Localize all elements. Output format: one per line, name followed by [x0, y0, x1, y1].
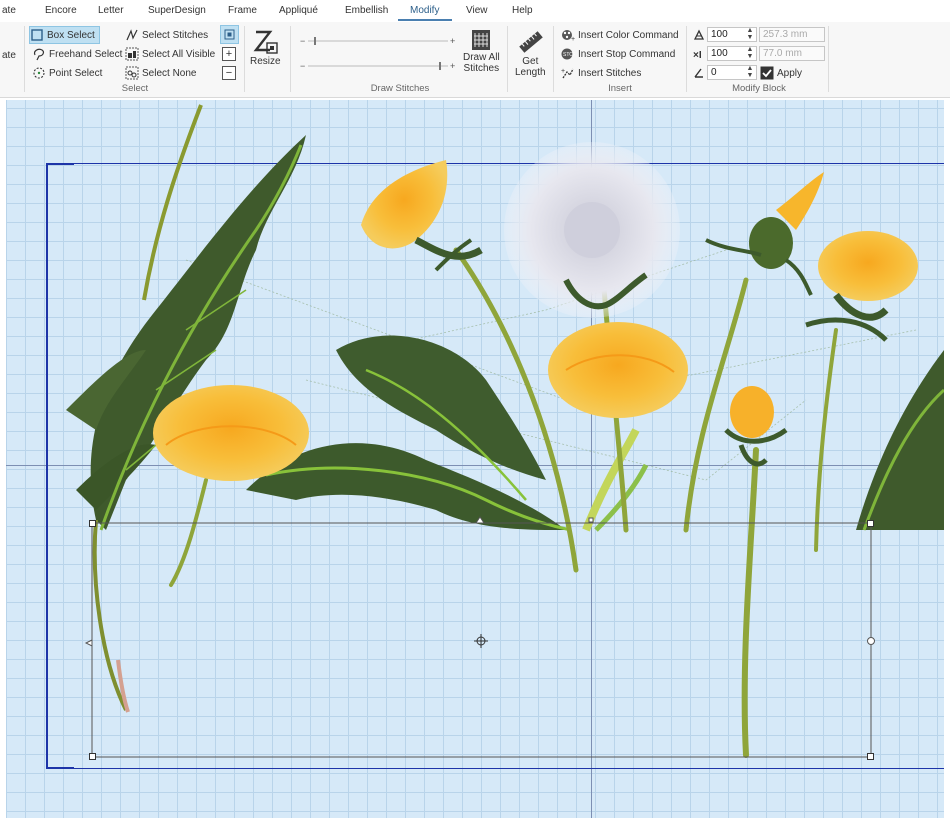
select-mode-toggle[interactable] [220, 25, 239, 44]
height-icon: ×I [693, 50, 702, 60]
dandelion-flower-right [805, 231, 918, 342]
insert-stop-command-label: Insert Stop Command [578, 48, 676, 60]
width-icon [693, 29, 705, 40]
add-to-selection-button[interactable]: + [222, 47, 236, 61]
width-spinner[interactable]: ▲ ▼ [745, 27, 755, 42]
apply-button[interactable]: Apply [760, 65, 802, 81]
insert-color-command-icon: + [562, 30, 575, 42]
resize-handle-top-left[interactable] [89, 520, 96, 527]
dandelion-flower-left [153, 385, 309, 481]
ribbon: ate Box Select Freehand Select Point Sel… [0, 22, 950, 98]
insert-stitches-icon: + [561, 68, 574, 79]
tab-letter[interactable]: Letter [98, 5, 124, 16]
tab-embellish[interactable]: Embellish [345, 5, 388, 16]
box-select-button[interactable]: Box Select [29, 26, 100, 44]
modify-block-group-label: Modify Block [732, 83, 786, 94]
tab-view[interactable]: View [466, 5, 488, 16]
svg-text:+: + [571, 36, 575, 42]
angle-spinner[interactable]: ▲ ▼ [745, 65, 755, 80]
tab-applique[interactable]: Appliqué [279, 5, 318, 16]
resize-icon [253, 30, 278, 54]
svg-text:+: + [450, 61, 455, 71]
height-mm-field[interactable]: 77.0 mm [759, 46, 825, 61]
select-all-visible-icon [125, 47, 139, 61]
embroidery-design[interactable] [6, 100, 944, 818]
tab-frame[interactable]: Frame [228, 5, 257, 16]
point-select-label: Point Select [49, 67, 103, 79]
svg-text:+: + [561, 68, 565, 75]
box-select-icon [31, 29, 43, 41]
apply-checkbox-icon [760, 66, 774, 80]
box-select-label: Box Select [47, 29, 95, 41]
get-length-label-2: Length [515, 67, 546, 78]
select-group-label: Select [121, 83, 149, 94]
svg-text:−: − [300, 36, 305, 46]
point-select-icon [33, 67, 45, 79]
freehand-select-button[interactable]: Freehand Select [32, 46, 122, 62]
tab-superdesign[interactable]: SuperDesign [148, 5, 206, 16]
draw-all-stitches-icon [472, 30, 491, 50]
height-spinner[interactable]: ▲ ▼ [745, 46, 755, 61]
draw-all-label-2: Stitches [463, 63, 500, 74]
point-select-button[interactable]: Point Select [32, 65, 102, 81]
resize-handle-top-right[interactable] [867, 520, 874, 527]
select-mode-icon [224, 29, 235, 40]
select-all-visible-button[interactable]: Select All Visible [125, 46, 215, 62]
freehand-select-icon [33, 48, 45, 61]
draw-stitches-group-label: Draw Stitches [370, 83, 430, 94]
select-all-visible-label: Select All Visible [142, 48, 216, 60]
get-length-button[interactable]: Get Length [515, 28, 546, 78]
dandelion-flower-top [361, 160, 483, 272]
move-handle-icon[interactable] [474, 634, 488, 648]
svg-text:−: − [300, 61, 305, 71]
select-none-label: Select None [142, 67, 197, 79]
insert-stop-command-button[interactable]: STOP Insert Stop Command [561, 46, 675, 62]
svg-text:STOP: STOP [563, 52, 575, 58]
design-canvas[interactable] [6, 100, 944, 818]
dandelion-flower-center [548, 322, 688, 418]
width-mm-field[interactable]: 257.3 mm [759, 27, 825, 42]
tab-help[interactable]: Help [512, 5, 533, 16]
create-cut-label[interactable]: ate [2, 47, 16, 63]
freehand-select-label: Freehand Select [49, 48, 123, 60]
insert-color-command-button[interactable]: + Insert Color Command [561, 27, 679, 43]
get-length-icon [519, 31, 544, 53]
dandelion-bud-right [705, 172, 824, 296]
draw-all-label-1: Draw All [463, 52, 500, 63]
dandelion-seed-head [504, 142, 680, 318]
get-length-label-1: Get [522, 56, 539, 67]
resize-handle-bottom-left[interactable] [89, 753, 96, 760]
svg-text:×I: ×I [693, 50, 702, 60]
remove-from-selection-button[interactable]: − [222, 66, 236, 80]
select-stitches-label: Select Stitches [142, 29, 209, 41]
select-none-button[interactable]: Select None [125, 65, 196, 81]
insert-color-command-label: Insert Color Command [578, 29, 679, 41]
resize-handle-bottom-right[interactable] [867, 753, 874, 760]
stitch-start-slider[interactable]: − + [300, 33, 460, 49]
slider-track-icon: − + [300, 61, 455, 71]
select-none-icon [125, 66, 139, 80]
insert-stitches-label: Insert Stitches [578, 67, 642, 79]
svg-text:+: + [450, 36, 455, 46]
resize-label: Resize [250, 56, 281, 67]
tab-encore[interactable]: Encore [45, 5, 77, 16]
apply-label: Apply [777, 67, 803, 79]
stitch-end-slider[interactable]: − + [300, 58, 460, 74]
ribbon-tab-bar: ate Encore Letter SuperDesign Frame Appl… [0, 0, 950, 22]
insert-stop-command-icon: STOP [561, 48, 575, 60]
insert-group-label: Insert [608, 83, 632, 94]
tab-modify[interactable]: Modify [410, 5, 439, 16]
angle-icon [694, 68, 703, 78]
insert-stitches-button[interactable]: + Insert Stitches [561, 65, 641, 81]
select-stitches-button[interactable]: Select Stitches [125, 27, 208, 43]
slider-track-icon: − + [300, 36, 455, 46]
tab-create[interactable]: ate [2, 5, 16, 16]
resize-button[interactable]: Resize [250, 28, 281, 67]
select-stitches-icon [126, 29, 138, 41]
active-tab-indicator [398, 19, 452, 21]
draw-all-stitches-button[interactable]: Draw All Stitches [463, 28, 500, 74]
